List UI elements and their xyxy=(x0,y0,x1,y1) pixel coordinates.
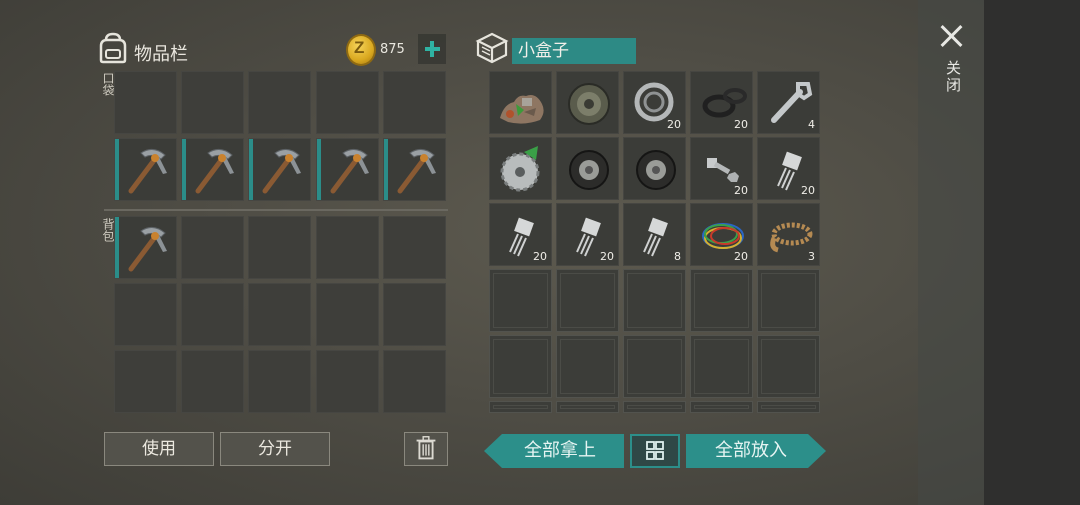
container-slot-empty[interactable] xyxy=(556,401,619,413)
container-slot-empty[interactable] xyxy=(690,401,753,413)
pickaxe-icon xyxy=(128,227,167,272)
add-coins-button[interactable] xyxy=(418,34,446,64)
item-count: 20 xyxy=(734,250,748,263)
inventory-divider xyxy=(104,209,448,211)
item-count: 20 xyxy=(734,184,748,197)
saw-blade-icon xyxy=(500,146,540,192)
container-slot-empty[interactable] xyxy=(757,401,820,413)
backpack-slot[interactable] xyxy=(248,216,311,279)
container-slot[interactable] xyxy=(556,71,619,134)
item-count: 20 xyxy=(533,250,547,263)
container-slot[interactable]: 20 xyxy=(690,71,753,134)
scrap-pile-icon xyxy=(500,95,544,124)
item-count: 20 xyxy=(801,184,815,197)
backpack-slot-pickaxe[interactable] xyxy=(114,216,177,279)
grid-icon xyxy=(646,441,664,460)
backpack-slot[interactable] xyxy=(383,283,446,346)
item-count: 8 xyxy=(674,250,681,263)
pocket-slot-pickaxe[interactable] xyxy=(383,138,446,201)
pocket-slot-pickaxe[interactable] xyxy=(181,138,244,201)
container-slot[interactable]: 20 xyxy=(489,203,552,266)
pocket-slot[interactable] xyxy=(383,71,446,134)
container-slot-empty[interactable] xyxy=(623,401,686,413)
coin-count: 875 xyxy=(380,42,405,57)
close-icon[interactable] xyxy=(936,22,966,52)
inventory-title: 物品栏 xyxy=(134,44,188,65)
pocket-slot-pickaxe[interactable] xyxy=(248,138,311,201)
backpack-slot[interactable] xyxy=(181,283,244,346)
container-slot-empty[interactable] xyxy=(690,335,753,398)
container-slot[interactable] xyxy=(489,137,552,200)
pickaxe-icon xyxy=(195,149,234,194)
container-slot-empty[interactable] xyxy=(489,269,552,332)
container-slot-empty[interactable] xyxy=(757,269,820,332)
close-label[interactable]: 关闭 xyxy=(940,60,962,94)
pocket-slot-pickaxe[interactable] xyxy=(316,138,379,201)
item-count: 20 xyxy=(600,250,614,263)
backpack-slot[interactable] xyxy=(316,216,379,279)
put-all-button[interactable]: 全部放入 xyxy=(686,434,826,468)
container-slot[interactable] xyxy=(489,71,552,134)
backpack-slot[interactable] xyxy=(248,283,311,346)
trash-icon xyxy=(416,436,436,460)
container-slot-empty[interactable] xyxy=(623,269,686,332)
container-slot-empty[interactable] xyxy=(690,269,753,332)
backpack-slot[interactable] xyxy=(181,216,244,279)
container-slot[interactable]: 20 xyxy=(757,137,820,200)
container-slot[interactable]: 4 xyxy=(757,71,820,134)
take-all-button[interactable]: 全部拿上 xyxy=(484,434,624,468)
backpack-slot[interactable] xyxy=(383,350,446,413)
tire-icon xyxy=(569,150,609,190)
container-slot[interactable]: 3 xyxy=(757,203,820,266)
sort-button[interactable] xyxy=(630,434,680,468)
container-slot-empty[interactable] xyxy=(489,335,552,398)
container-slot-empty[interactable] xyxy=(623,335,686,398)
use-button[interactable]: 使用 xyxy=(104,432,214,466)
container-slot-empty[interactable] xyxy=(489,401,552,413)
box-icon xyxy=(475,32,509,64)
container-slot[interactable]: 20 xyxy=(556,203,619,266)
split-button[interactable]: 分开 xyxy=(220,432,330,466)
backpack-slot[interactable] xyxy=(383,216,446,279)
backpack-slot[interactable] xyxy=(316,283,379,346)
tire-icon xyxy=(636,150,676,190)
pocket-slot[interactable] xyxy=(181,71,244,134)
container-slot[interactable]: 20 xyxy=(623,71,686,134)
pickaxe-icon xyxy=(262,149,301,194)
container-slot-empty[interactable] xyxy=(556,269,619,332)
container-title: 小盒子 xyxy=(512,38,636,64)
pocket-slot[interactable] xyxy=(316,71,379,134)
backpack-icon xyxy=(99,32,127,64)
pickaxe-icon xyxy=(330,149,369,194)
container-slot-empty[interactable] xyxy=(757,335,820,398)
backpack-slot[interactable] xyxy=(181,350,244,413)
item-count: 4 xyxy=(808,118,815,131)
pocket-slot-pickaxe[interactable] xyxy=(114,138,177,201)
item-count: 20 xyxy=(734,118,748,131)
backpack-slot[interactable] xyxy=(248,350,311,413)
pickaxe-icon xyxy=(397,149,436,194)
item-count: 20 xyxy=(667,118,681,131)
screen-edge xyxy=(984,0,1080,505)
coin-glyph: Z xyxy=(354,38,365,57)
backpack-slot[interactable] xyxy=(316,350,379,413)
container-slot[interactable]: 20 xyxy=(690,137,753,200)
container-slot[interactable] xyxy=(556,137,619,200)
container-slot[interactable]: 20 xyxy=(690,203,753,266)
item-count: 3 xyxy=(808,250,815,263)
car-wheel-icon xyxy=(568,83,610,125)
backpack-slot[interactable] xyxy=(114,283,177,346)
trash-button[interactable] xyxy=(404,432,448,466)
container-slot[interactable]: 8 xyxy=(623,203,686,266)
container-slot[interactable] xyxy=(623,137,686,200)
pickaxe-icon xyxy=(128,149,167,194)
backpack-label: 背包 xyxy=(101,218,115,242)
pocket-slot[interactable] xyxy=(248,71,311,134)
backpack-slot[interactable] xyxy=(114,350,177,413)
container-slot-empty[interactable] xyxy=(556,335,619,398)
pocket-slot[interactable] xyxy=(114,71,177,134)
pocket-label: 口袋 xyxy=(101,72,115,96)
